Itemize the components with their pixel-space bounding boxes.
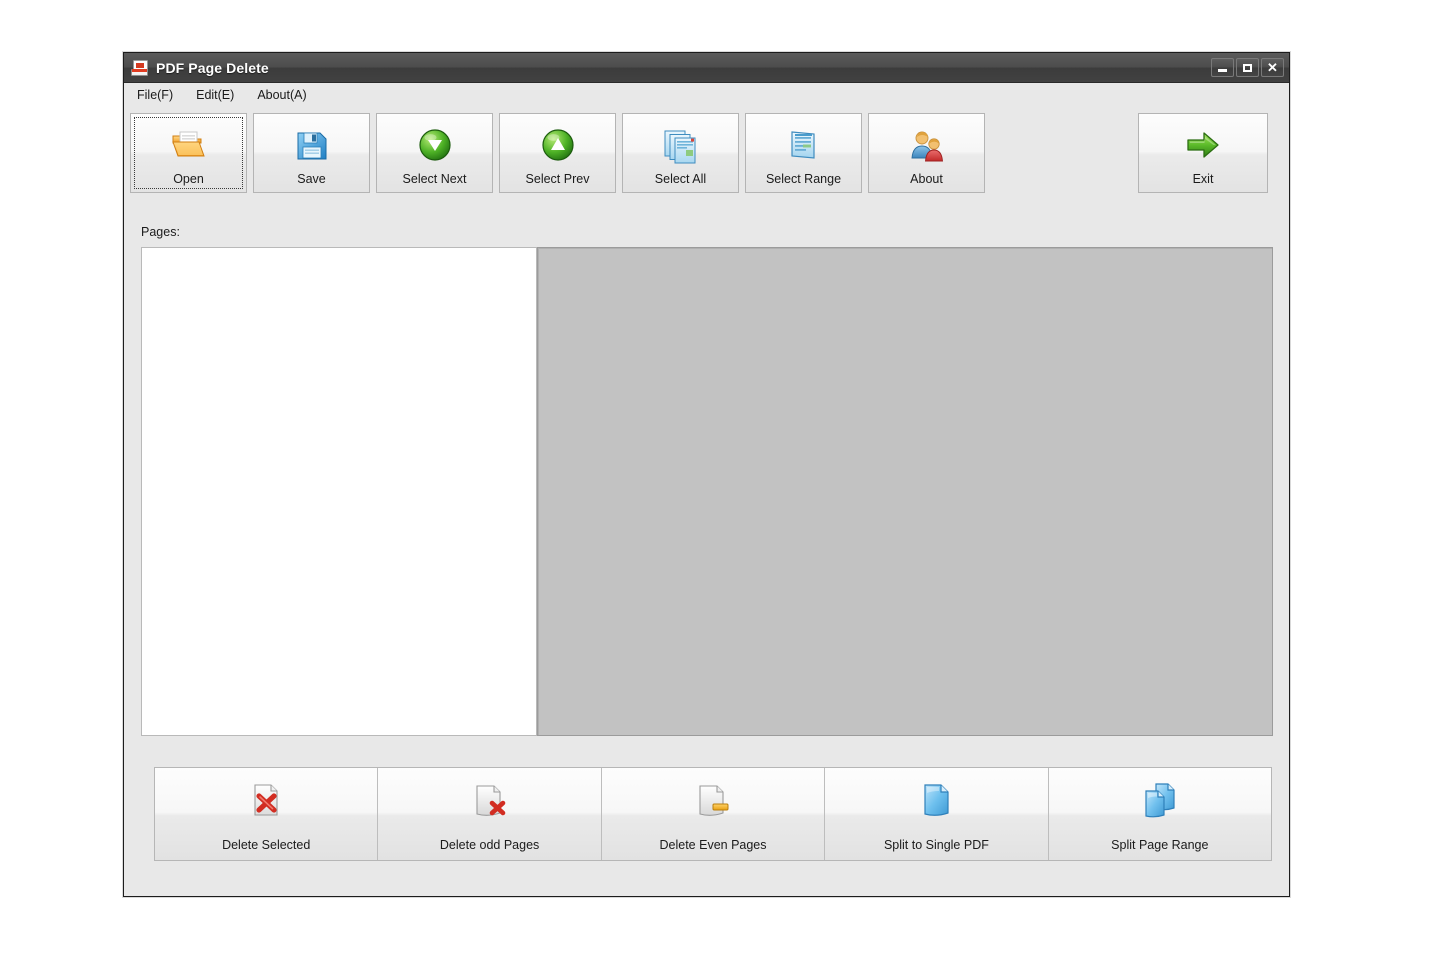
menu-item-label: Edit(E) — [196, 88, 235, 102]
toolbar-button-label: Open — [173, 172, 204, 186]
bottom-button-label: Split Page Range — [1111, 838, 1209, 852]
toolbar: Open Save Select Next Select Prev Select… — [124, 107, 1289, 195]
single-blue-page-icon — [916, 780, 956, 820]
toolbar-button-label: Select All — [654, 172, 707, 186]
toolbar-select-next[interactable]: Select Next — [376, 113, 493, 193]
bottom-button-label: Delete Selected — [222, 838, 311, 852]
delete-selected-button[interactable]: Delete Selected — [155, 768, 379, 860]
toolbar-button-label: About — [910, 172, 943, 186]
page-preview-panel[interactable] — [537, 247, 1273, 736]
window-title: PDF Page Delete — [156, 59, 269, 76]
toolbar-about[interactable]: About — [868, 113, 985, 193]
pages-label: Pages: — [141, 225, 180, 239]
menu-about[interactable]: About(A) — [253, 86, 316, 104]
split-to-single-pdf-button[interactable]: Split to Single PDF — [825, 768, 1049, 860]
bottom-action-bar: Delete Selected Delete odd Pages Delete … — [154, 767, 1272, 861]
title-bar: PDF Page Delete ✕ — [124, 53, 1289, 83]
toolbar-button-label: Save — [297, 172, 326, 186]
toolbar-select-all[interactable]: Select All — [622, 113, 739, 193]
close-button[interactable]: ✕ — [1261, 58, 1284, 77]
floppy-disk-icon — [292, 125, 332, 165]
window-controls: ✕ — [1211, 58, 1284, 77]
toolbar-exit[interactable]: Exit — [1138, 113, 1268, 193]
green-right-arrow-icon — [1183, 125, 1223, 165]
open-folder-icon — [169, 125, 209, 165]
page-delete-odd-icon — [470, 780, 510, 820]
menu-file[interactable]: File(F) — [133, 86, 183, 104]
toolbar-select-prev[interactable]: Select Prev — [499, 113, 616, 193]
menu-edit[interactable]: Edit(E) — [192, 86, 244, 104]
pdf-app-icon — [131, 59, 149, 77]
menu-bar: File(F) Edit(E) About(A) — [124, 83, 1289, 107]
delete-odd-pages-button[interactable]: Delete odd Pages — [378, 768, 602, 860]
page-range-icon — [784, 125, 824, 165]
toolbar-button-label: Select Next — [402, 172, 467, 186]
bottom-button-label: Delete Even Pages — [659, 838, 767, 852]
toolbar-save[interactable]: Save — [253, 113, 370, 193]
bottom-button-label: Delete odd Pages — [439, 838, 540, 852]
page-delete-x-icon — [246, 780, 286, 820]
toolbar-button-label: Exit — [1192, 172, 1214, 186]
menu-item-label: File(F) — [137, 88, 174, 102]
delete-even-pages-button[interactable]: Delete Even Pages — [601, 768, 826, 860]
toolbar-button-label: Select Prev — [525, 172, 590, 186]
menu-item-label: About(A) — [257, 88, 307, 102]
minimize-button[interactable] — [1211, 58, 1234, 77]
people-icon — [907, 125, 947, 165]
two-blue-pages-icon — [1140, 780, 1180, 820]
minimize-icon — [1218, 69, 1227, 72]
green-up-arrow-icon — [538, 125, 578, 165]
maximize-button[interactable] — [1236, 58, 1259, 77]
green-down-arrow-icon — [415, 125, 455, 165]
toolbar-select-range[interactable]: Select Range — [745, 113, 862, 193]
toolbar-open[interactable]: Open — [130, 113, 247, 193]
app-window: PDF Page Delete ✕ File(F) Edit(E) About(A)… — [123, 52, 1290, 897]
maximize-icon — [1243, 63, 1252, 72]
close-icon: ✕ — [1267, 59, 1278, 75]
bottom-button-label: Split to Single PDF — [883, 838, 989, 852]
page-delete-even-icon — [693, 780, 733, 820]
split-page-range-button[interactable]: Split Page Range — [1048, 768, 1272, 860]
stacked-pages-icon — [661, 125, 701, 165]
pages-list[interactable] — [141, 247, 537, 736]
toolbar-button-label: Select Range — [765, 172, 842, 186]
